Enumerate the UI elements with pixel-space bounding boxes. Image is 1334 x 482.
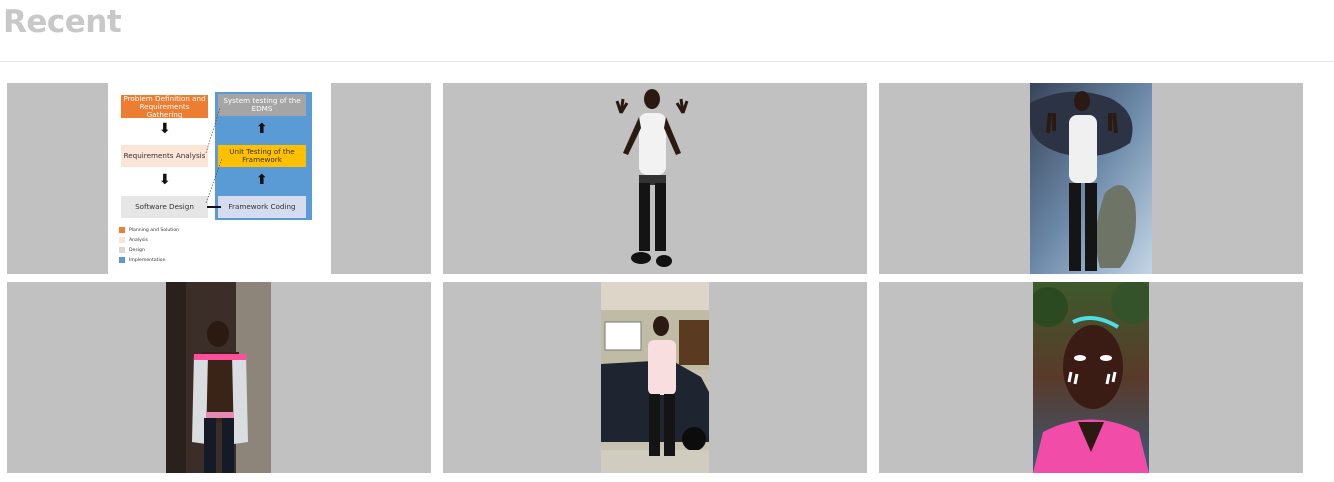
diagram-image: Problem Definition and Requirements Gath… bbox=[108, 83, 331, 274]
photo-image bbox=[1030, 83, 1152, 274]
thumbnail-3[interactable] bbox=[879, 83, 1303, 274]
thumbnail-1[interactable]: Problem Definition and Requirements Gath… bbox=[7, 83, 431, 274]
photo-image bbox=[601, 83, 709, 274]
thumbnail-6[interactable] bbox=[879, 282, 1303, 473]
legend-item: Implementation bbox=[119, 257, 165, 263]
dotted-connectors bbox=[205, 107, 223, 204]
thumbnail-5[interactable] bbox=[443, 282, 867, 473]
photo-image bbox=[1033, 282, 1149, 473]
photo-image bbox=[166, 282, 271, 473]
legend-item: Design bbox=[119, 247, 145, 253]
page-title: Recent bbox=[3, 4, 122, 40]
thumbnail-4[interactable] bbox=[7, 282, 431, 473]
legend-item: Analysis bbox=[119, 237, 148, 243]
legend-item: Planning and Solution bbox=[119, 227, 179, 233]
divider bbox=[0, 61, 1334, 62]
thumbnail-2[interactable] bbox=[443, 83, 867, 274]
photo-image bbox=[601, 282, 709, 473]
